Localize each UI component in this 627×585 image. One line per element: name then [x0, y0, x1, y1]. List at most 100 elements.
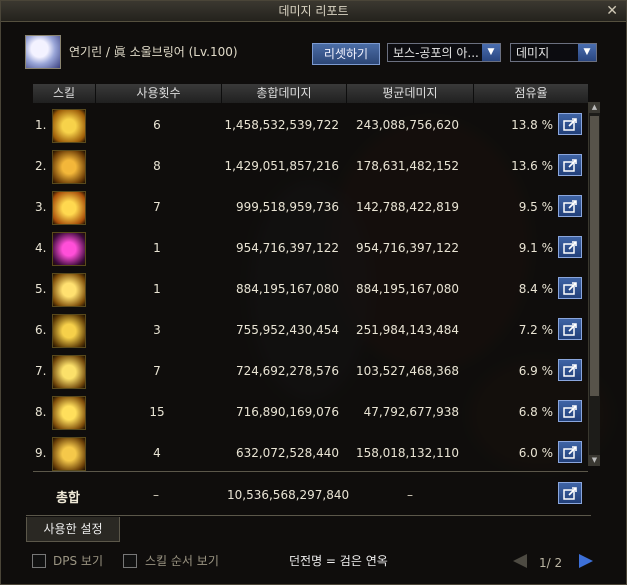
row-rank: 4.: [35, 241, 47, 255]
row-share: 6.0 %: [518, 446, 553, 460]
column-header-skill[interactable]: 스킬: [33, 84, 96, 103]
row-rank: 9.: [35, 446, 47, 460]
skill-icon: [52, 273, 86, 307]
export-icon: [563, 200, 577, 213]
type-select-value: 데미지: [516, 46, 550, 60]
export-icon: [563, 487, 577, 500]
row-rank: 5.: [35, 282, 47, 296]
skill-order-checkbox[interactable]: [123, 554, 137, 568]
row-uses: 7: [153, 200, 161, 214]
row-share: 8.4 %: [518, 282, 553, 296]
row-share: 13.8 %: [511, 118, 553, 132]
row-share: 7.2 %: [518, 323, 553, 337]
scroll-up-icon[interactable]: ▲: [589, 102, 600, 113]
table-row: 1. 6 1,458,532,539,722 243,088,756,620 13.8 …: [33, 105, 593, 146]
close-icon[interactable]: ✕: [606, 1, 618, 21]
skill-icon: [52, 191, 86, 225]
row-share: 6.9 %: [518, 364, 553, 378]
reset-button[interactable]: 리셋하기: [312, 43, 380, 65]
divider: [33, 471, 588, 472]
chevron-down-icon[interactable]: ▼: [578, 44, 596, 61]
export-button[interactable]: [558, 482, 582, 504]
export-icon: [563, 282, 577, 295]
chevron-down-icon[interactable]: ▼: [482, 44, 500, 61]
export-icon: [563, 364, 577, 377]
row-export-button[interactable]: [558, 236, 582, 258]
export-icon: [563, 323, 577, 336]
total-uses: –: [153, 488, 159, 502]
page-indicator: 1/ 2: [539, 556, 563, 570]
scroll-thumb[interactable]: [590, 116, 599, 396]
window-titlebar[interactable]: 데미지 리포트 ✕: [1, 1, 626, 22]
target-select-value: 보스-공포의 아...: [393, 46, 479, 60]
row-uses: 3: [153, 323, 161, 337]
scrollbar[interactable]: ▲ ▼: [588, 102, 600, 466]
row-average-damage: 884,195,167,080: [355, 282, 459, 296]
row-share: 9.1 %: [518, 241, 553, 255]
skill-icon: [52, 150, 86, 184]
character-name: 연기린 / 眞 소울브링어 (Lv.100): [69, 45, 238, 59]
total-damage: 10,536,568,297,840: [227, 488, 350, 502]
column-header-average[interactable]: 평균데미지: [347, 84, 474, 103]
row-uses: 1: [153, 241, 161, 255]
row-export-button[interactable]: [558, 441, 582, 463]
row-export-button[interactable]: [558, 154, 582, 176]
row-rank: 1.: [35, 118, 47, 132]
row-uses: 1: [153, 282, 161, 296]
column-header-uses[interactable]: 사용횟수: [96, 84, 222, 103]
row-export-button[interactable]: [558, 113, 582, 135]
total-average: –: [407, 488, 413, 502]
divider: [26, 515, 591, 516]
character-portrait-icon: [25, 35, 61, 69]
export-icon: [563, 159, 577, 172]
table-row: 8. 15 716,890,169,076 47,792,677,938 6.8 %: [33, 392, 593, 433]
row-share: 13.6 %: [511, 159, 553, 173]
row-uses: 15: [149, 405, 165, 419]
dps-checkbox-label: DPS 보기: [53, 554, 103, 568]
table-row: 7. 7 724,692,278,576 103,527,468,368 6.9 %: [33, 351, 593, 392]
row-export-button[interactable]: [558, 400, 582, 422]
skill-icon: [52, 396, 86, 430]
page-next-icon[interactable]: [579, 554, 593, 568]
row-rank: 2.: [35, 159, 47, 173]
window-title: 데미지 리포트: [278, 4, 349, 18]
row-export-button[interactable]: [558, 318, 582, 340]
skill-icon: [52, 232, 86, 266]
column-header-total[interactable]: 총합데미지: [222, 84, 347, 103]
row-export-button[interactable]: [558, 359, 582, 381]
table-row: 2. 8 1,429,051,857,216 178,631,482,152 13.6 …: [33, 146, 593, 187]
row-share: 6.8 %: [518, 405, 553, 419]
dps-checkbox[interactable]: [32, 554, 46, 568]
row-average-damage: 243,088,756,620: [355, 118, 459, 132]
tab-used-settings[interactable]: 사용한 설정: [26, 517, 120, 542]
target-select[interactable]: 보스-공포의 아... ▼: [387, 43, 501, 62]
export-icon: [563, 241, 577, 254]
row-rank: 6.: [35, 323, 47, 337]
export-icon: [563, 446, 577, 459]
skill-icon: [52, 109, 86, 143]
row-uses: 8: [153, 159, 161, 173]
row-average-damage: 103,527,468,368: [355, 364, 459, 378]
row-rank: 7.: [35, 364, 47, 378]
scroll-down-icon[interactable]: ▼: [589, 455, 600, 466]
page-prev-icon[interactable]: [513, 554, 527, 568]
dungeon-name: 던전명 = 검은 연옥: [289, 554, 388, 568]
table-row: 5. 1 884,195,167,080 884,195,167,080 8.4 %: [33, 269, 593, 310]
row-export-button[interactable]: [558, 277, 582, 299]
table-header: 스킬 사용횟수 총합데미지 평균데미지 점유율: [33, 84, 593, 103]
export-icon: [563, 118, 577, 131]
column-header-share[interactable]: 점유율: [474, 84, 589, 103]
table-row: 9. 4 632,072,528,440 158,018,132,110 6.0 %: [33, 433, 593, 474]
row-average-damage: 251,984,143,484: [355, 323, 459, 337]
skill-icon: [52, 437, 86, 471]
row-uses: 7: [153, 364, 161, 378]
row-rank: 3.: [35, 200, 47, 214]
skill-icon: [52, 355, 86, 389]
row-share: 9.5 %: [518, 200, 553, 214]
row-average-damage: 142,788,422,819: [355, 200, 459, 214]
table-row: 6. 3 755,952,430,454 251,984,143,484 7.2 %: [33, 310, 593, 351]
skill-order-checkbox-label: 스킬 순서 보기: [145, 554, 219, 568]
row-export-button[interactable]: [558, 195, 582, 217]
damage-report-window: 데미지 리포트 ✕ 연기린 / 眞 소울브링어 (Lv.100) 리셋하기 보스…: [0, 0, 627, 585]
type-select[interactable]: 데미지 ▼: [510, 43, 597, 62]
